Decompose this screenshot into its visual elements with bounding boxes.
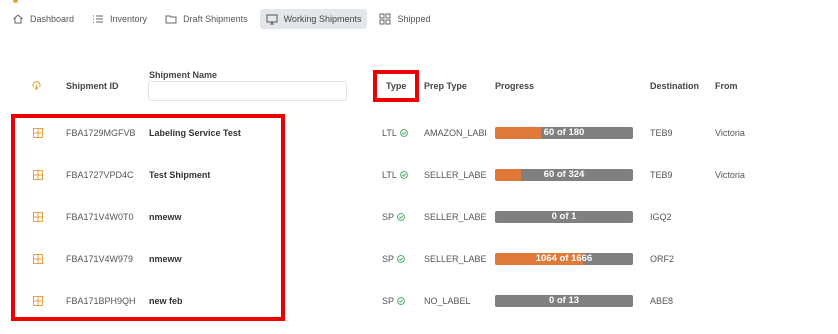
top-nav: Dashboard Inventory Draft Shipments Work… — [6, 9, 443, 29]
nav-shipped-label: Shipped — [397, 14, 431, 24]
shipment-type-label: SP — [382, 212, 395, 222]
redaction-mask — [647, 30, 838, 36]
progress-bar: 60 of 180 — [495, 127, 633, 139]
nav-working-shipments-label: Working Shipments — [283, 14, 362, 24]
nav-dashboard-label: Dashboard — [30, 14, 75, 24]
destination: ABE8 — [650, 296, 674, 306]
col-header-from[interactable]: From — [715, 81, 738, 91]
check-circle-icon — [397, 297, 405, 305]
progress-label: 0 of 13 — [548, 295, 580, 306]
destination: TEB9 — [650, 128, 673, 138]
check-circle-icon — [399, 129, 408, 137]
prep-type: AMAZON_LABE — [424, 128, 486, 138]
progress-label: 60 of 180 — [543, 127, 585, 138]
table-header: Shipment ID Shipment Name Type Prep Type… — [0, 60, 838, 110]
shipment-type: SP — [382, 280, 405, 322]
from-location: Victoria — [715, 170, 745, 180]
col-header-shipment-name[interactable]: Shipment Name — [149, 70, 217, 80]
progress-bar: 0 of 13 — [495, 295, 633, 307]
progress-bar: 60 of 324 — [495, 169, 633, 181]
progress-bar: 0 of 1 — [495, 211, 633, 223]
check-circle-icon — [397, 255, 405, 263]
destination: ORF2 — [650, 254, 675, 264]
nav-draft-shipments[interactable]: Draft Shipments — [159, 9, 254, 29]
destination: TEB9 — [650, 170, 673, 180]
shipment-type-label: SP — [382, 254, 395, 264]
progress-label: 1064 of 1666 — [535, 253, 593, 264]
shipment-type: LTL — [382, 154, 408, 196]
shipment-type-label: LTL — [382, 170, 397, 180]
prep-type: SELLER_LABEL — [424, 212, 486, 222]
prep-type: SELLER_LABEL — [424, 254, 486, 264]
nav-shipped[interactable]: Shipped — [373, 9, 436, 29]
shipment-type-label: SP — [382, 296, 395, 306]
brand-accent — [13, 0, 18, 3]
shipment-type: SP — [382, 196, 405, 238]
grid-icon — [379, 13, 391, 25]
nav-draft-shipments-label: Draft Shipments — [183, 14, 248, 24]
shipment-type-label: LTL — [382, 128, 397, 138]
folder-icon — [165, 13, 177, 25]
prep-type: NO_LABEL — [424, 296, 471, 306]
sync-icon[interactable] — [31, 80, 42, 93]
nav-inventory-label: Inventory — [110, 14, 148, 24]
type-header-highlight — [373, 70, 419, 102]
destination: IGQ2 — [650, 212, 672, 222]
list-icon — [92, 13, 104, 25]
monitor-icon — [266, 13, 278, 25]
prep-type: SELLER_LABEL — [424, 170, 486, 180]
progress-bar: 1064 of 1666 — [495, 253, 633, 265]
nav-inventory[interactable]: Inventory — [86, 9, 153, 29]
nav-working-shipments[interactable]: Working Shipments — [259, 9, 368, 29]
shipment-rows-highlight — [11, 114, 285, 321]
check-circle-icon — [397, 213, 405, 221]
col-header-progress[interactable]: Progress — [495, 81, 534, 91]
from-location: Victoria — [715, 128, 745, 138]
progress-label: 0 of 1 — [551, 211, 577, 222]
col-header-destination[interactable]: Destination — [650, 81, 699, 91]
home-icon — [12, 13, 24, 25]
col-header-prep-type[interactable]: Prep Type — [424, 81, 467, 91]
check-circle-icon — [399, 171, 408, 179]
col-header-shipment-id[interactable]: Shipment ID — [66, 81, 119, 91]
progress-label: 60 of 324 — [543, 169, 585, 180]
shipment-name-filter-input[interactable] — [148, 81, 347, 101]
shipment-type: LTL — [382, 112, 408, 154]
nav-dashboard[interactable]: Dashboard — [6, 9, 80, 29]
shipment-type: SP — [382, 238, 405, 280]
